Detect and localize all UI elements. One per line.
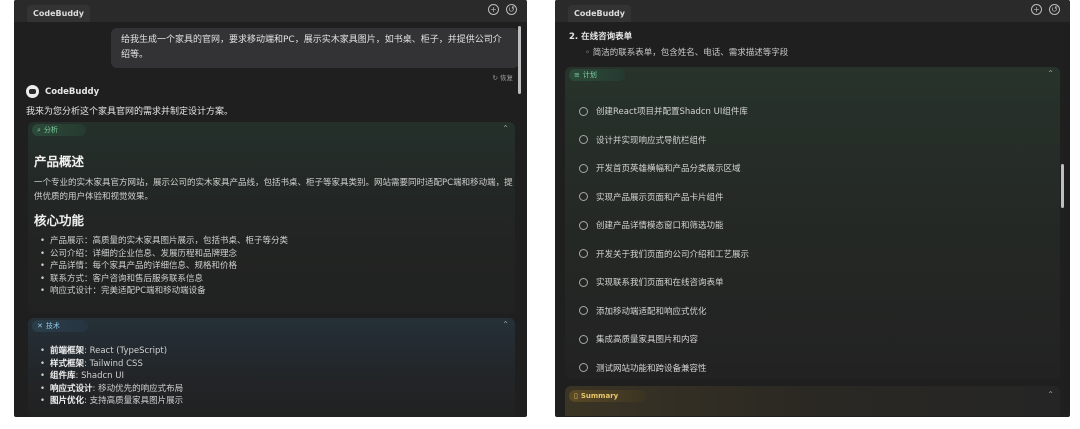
circle-icon[interactable] — [579, 163, 588, 173]
plan-step: 添加移动端适配和响应式优化 — [579, 297, 749, 326]
plan-step: 开发关于我们页面的公司介绍和工艺展示 — [579, 240, 749, 269]
tools-icon: ✕ — [37, 322, 43, 330]
analysis-section: ⌕ 分析 ⌃ 产品概述 一个专业的实木家具官方网站，展示公司的实木家具产品线，包… — [28, 122, 515, 314]
analysis-header[interactable]: ⌕ 分析 ⌃ — [28, 122, 515, 138]
list-item: 联系方式：客户咨询和售后服务联系信息 — [40, 273, 288, 286]
plan-step: 测试网站功能和跨设备兼容性 — [579, 354, 749, 383]
plan-step: 集成高质量家具图片和内容 — [579, 325, 749, 354]
plan-step: 创建React项目并配置Shadcn UI组件库 — [579, 97, 749, 126]
collapse-icon[interactable]: ⌃ — [1047, 390, 1054, 399]
list-item: 响应式设计：完美适配PC端和移动端设备 — [40, 285, 288, 298]
restore-button[interactable]: ↻ 恢复 — [492, 72, 513, 82]
summary-tag: ▯ Summary — [569, 390, 647, 402]
plan-step: 实现产品展示页面和产品卡片组件 — [579, 183, 749, 212]
core-heading: 核心功能 — [34, 213, 85, 228]
plan-tag: ≡ 计划 — [569, 69, 625, 81]
overview-text: 一个专业的实木家具官方网站，展示公司的实木家具产品线，包括书桌、柜子等家具类别。… — [34, 178, 513, 202]
circle-icon[interactable] — [579, 306, 588, 316]
plan-section: ≡ 计划 ⌃ 创建React项目并配置Shadcn UI组件库 设计并实现响应式… — [565, 67, 1060, 379]
history-icon[interactable]: ↺ — [1049, 4, 1060, 15]
tech-list: 前端框架: React (TypeScript) 样式框架: Tailwind … — [40, 345, 183, 408]
circle-icon[interactable] — [579, 220, 588, 230]
collapse-icon[interactable]: ⌃ — [502, 320, 509, 329]
bot-name: CodeBuddy — [45, 86, 100, 97]
chat-panel-left: CodeBuddy + ↺ 给我生成一个家具的官网，要求移动端和PC，展示实木家… — [14, 0, 527, 417]
circle-icon[interactable] — [579, 135, 588, 145]
list-item: 响应式设计: 移动优先的响应式布局 — [40, 383, 183, 396]
circle-icon[interactable] — [579, 363, 588, 373]
title-bar: CodeBuddy + ↺ — [555, 0, 1070, 22]
circle-icon[interactable] — [579, 277, 588, 287]
list-item: 公司介绍：详细的企业信息、发展历程和品牌理念 — [40, 248, 288, 261]
circle-icon[interactable] — [579, 249, 588, 259]
window-tab[interactable]: CodeBuddy — [27, 5, 90, 22]
list-item: 图片优化: 支持高质量家具图片展示 — [40, 395, 183, 408]
bookmark-icon: ▯ — [574, 392, 578, 400]
new-chat-icon[interactable]: + — [1031, 4, 1042, 15]
summary-header[interactable]: ▯ Summary ⌃ — [565, 388, 1060, 404]
overview-heading: 产品概述 — [34, 154, 85, 169]
circle-icon[interactable] — [579, 334, 588, 344]
list-item: 产品展示：高质量的实木家具图片展示，包括书桌、柜子等分类 — [40, 235, 288, 248]
collapse-icon[interactable]: ⌃ — [502, 124, 509, 133]
sub-item: ◦ 简洁的联系表单，包含姓名、电话、需求描述等字段 — [585, 48, 789, 58]
chat-panel-right: CodeBuddy + ↺ 2. 在线咨询表单 ◦ 简洁的联系表单，包含姓名、电… — [555, 0, 1070, 417]
list-item: 组件库: Shadcn UI — [40, 370, 183, 383]
plan-step: 开发首页英雄横幅和产品分类展示区域 — [579, 154, 749, 183]
summary-section: ▯ Summary ⌃ — [565, 386, 1060, 416]
circle-icon[interactable] — [579, 106, 588, 116]
bot-intro: 我来为您分析这个家具官网的需求并制定设计方案。 — [26, 107, 234, 117]
list-item: 产品详情：每个家具产品的详细信息、规格和价格 — [40, 260, 288, 273]
tech-header[interactable]: ✕ 技术 ⌃ — [28, 318, 515, 334]
list-item: 前端框架: React (TypeScript) — [40, 345, 183, 358]
new-chat-icon[interactable]: + — [488, 4, 499, 15]
scrollbar[interactable] — [518, 26, 521, 94]
tech-tag: ✕ 技术 — [32, 320, 88, 332]
plan-header[interactable]: ≡ 计划 ⌃ — [565, 67, 1060, 83]
list-icon: ≡ — [574, 71, 580, 79]
user-message: 给我生成一个家具的官网，要求移动端和PC，展示实木家具图片，如书桌、柜子，并提供… — [111, 28, 519, 68]
plan-step: 创建产品详情模态窗口和筛选功能 — [579, 211, 749, 240]
collapse-icon[interactable]: ⌃ — [1047, 69, 1054, 78]
bot-avatar-icon — [26, 85, 39, 98]
circle-icon[interactable] — [579, 192, 588, 202]
feature-list: 产品展示：高质量的实木家具图片展示，包括书桌、柜子等分类 公司介绍：详细的企业信… — [40, 235, 288, 298]
plan-steps: 创建React项目并配置Shadcn UI组件库 设计并实现响应式导航栏组件 开… — [579, 97, 749, 382]
search-icon: ⌕ — [37, 126, 41, 134]
tech-section: ✕ 技术 ⌃ 前端框架: React (TypeScript) 样式框架: Ta… — [28, 318, 515, 417]
window-tab[interactable]: CodeBuddy — [568, 5, 631, 22]
analysis-tag: ⌕ 分析 — [32, 124, 86, 136]
title-bar: CodeBuddy + ↺ — [14, 0, 527, 22]
bot-header: CodeBuddy — [26, 85, 99, 98]
list-item: 样式框架: Tailwind CSS — [40, 358, 183, 371]
scrollbar[interactable] — [1061, 164, 1064, 208]
ordered-item: 2. 在线咨询表单 — [569, 32, 633, 42]
plan-step: 实现联系我们页面和在线咨询表单 — [579, 268, 749, 297]
plan-step: 设计并实现响应式导航栏组件 — [579, 126, 749, 155]
history-icon[interactable]: ↺ — [506, 4, 517, 15]
